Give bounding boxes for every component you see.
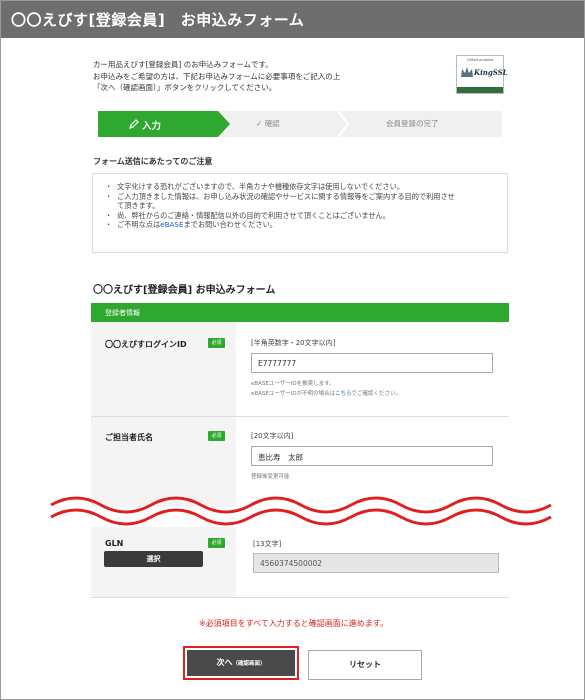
gln-label: GLN — [105, 539, 124, 548]
gln-row: GLN 必須 選択 [13文字] 4560374500002 — [91, 527, 509, 598]
intro-line: 「次へ（確認画面）」ボタンをクリックしてください。 — [93, 83, 277, 92]
required-badge: 必須 — [208, 338, 225, 348]
contact-name-hint: [20文字以内] — [251, 432, 294, 440]
cut-wave-divider — [50, 496, 552, 526]
login-id-input[interactable]: E7777777 — [251, 353, 493, 373]
notice-item: ご入力頂きました情報は、お申し込み状況の確認やサービスに関する情報等をご案内する… — [105, 191, 507, 211]
pencil-icon — [129, 119, 139, 129]
login-id-help-link[interactable]: こちら — [335, 391, 351, 397]
contact-post: までお問い合わせください。 — [183, 220, 277, 229]
select-button[interactable]: 選択 — [104, 551, 203, 567]
section-header-label: 登録者情報 — [105, 309, 140, 317]
next-button-text: 次へ — [216, 658, 233, 667]
gln-hint: [13文字] — [253, 540, 282, 548]
login-id-label: 〇〇えびすログインID — [105, 340, 187, 349]
ssl-badge-bar — [457, 87, 503, 93]
contact-pre: ご不明な点は — [117, 220, 161, 229]
gln-input[interactable]: 4560374500002 — [253, 553, 499, 573]
contact-name-label: ご担当者氏名 — [105, 433, 153, 442]
window-title: 〇〇えびす[登録会員] お申込みフォーム — [11, 11, 305, 29]
next-button[interactable]: 次へ（確認画面） — [183, 646, 299, 680]
login-id-row: 〇〇えびすログインID 必須 [半角英数字・20文字以内] E7777777 e… — [91, 322, 509, 417]
required-badge: 必須 — [208, 538, 225, 548]
next-button-label: 次へ（確認画面） — [187, 650, 295, 676]
notice-item-text-cont: て頂きます。 — [117, 201, 160, 210]
login-id-hint: [半角英数字・20文字以内] — [251, 339, 336, 347]
contact-name-input[interactable]: 恵比寿 太郎 — [251, 446, 493, 466]
application-window: 〇〇えびす[登録会員] お申込みフォーム カー用品えびす[登録会員] のお申込み… — [0, 0, 585, 700]
required-badge: 必須 — [208, 431, 225, 441]
progress-steps: ✓ 確認 会員登録の完了 入力 — [98, 111, 502, 137]
login-id-note-1: eBASEユーザーIDを推奨します。 — [251, 381, 335, 387]
crown-icon — [461, 67, 473, 77]
login-id-note-2: eBASEユーザーIDが不明の場合はこちらでご確認ください。 — [251, 390, 401, 400]
step-input-label: 入力 — [142, 121, 162, 132]
form-title: 〇〇えびす[登録会員] お申込みフォーム — [93, 285, 276, 296]
notice-item: 尚、弊社からのご連絡・情報配信以外の目的で利用させて頂くことはございません。 — [105, 211, 507, 221]
step-confirm: ✓ 確認 — [256, 118, 280, 129]
intro-line: カー用品えびす[登録会員] のお申込みフォームです。 — [93, 60, 273, 69]
step-divider-icon — [338, 111, 350, 137]
notice-item: ご不明な点はeBASEまでお問い合わせください。 — [105, 220, 507, 230]
reset-button[interactable]: リセット — [308, 650, 422, 680]
note-pre: eBASEユーザーIDが不明の場合は — [251, 390, 336, 397]
steps-background: ✓ 確認 会員登録の完了 — [218, 111, 502, 137]
label-column — [91, 322, 236, 416]
notice-box: 文字化けする恐れがございますので、半角カナや機種依存文字は使用しないでください。… — [92, 173, 508, 253]
check-icon: ✓ — [256, 119, 263, 128]
step-complete-label: 会員登録の完了 — [386, 119, 439, 128]
step-input-active: 入力 — [98, 111, 218, 137]
intro-line: お申込みをご希望の方は、下記お申込みフォームに必要事項をご記入の上 — [93, 71, 341, 81]
ssl-badge-caption: 256bit enabled — [466, 58, 494, 62]
next-button-subtext: （確認画面） — [232, 661, 266, 667]
step-confirm-label: 確認 — [264, 119, 280, 128]
ssl-brand: KingSSL — [474, 68, 508, 77]
intro-text: カー用品えびす[登録会員] のお申込みフォームです。 お申込みをご希望の方は、下… — [93, 59, 423, 94]
section-header: 登録者情報 — [91, 303, 509, 322]
ssl-badge[interactable]: 256bit enabled KingSSL — [456, 55, 508, 94]
notice-heading: フォーム送信にあたってのご注意 — [93, 157, 213, 166]
ebase-link[interactable]: eBASE — [160, 220, 183, 229]
note-post: でご確認ください。 — [351, 390, 401, 397]
contact-name-note: 登録後変更可能 — [251, 474, 290, 480]
title-bar: 〇〇えびす[登録会員] お申込みフォーム — [1, 1, 584, 38]
notice-item-text: ご入力頂きました情報は、お申し込み状況の確認やサービスに関する情報等をご案内する… — [117, 191, 455, 201]
login-id-note: eBASEユーザーIDを推奨します。 eBASEユーザーIDが不明の場合はこちら… — [251, 380, 401, 399]
required-fields-note: ※必須項目をすべて入力すると確認画面に進めます。 — [198, 619, 389, 628]
step-arrow — [218, 111, 230, 137]
notice-item: 文字化けする恐れがございますので、半角カナや機種依存文字は使用しないでください。 — [105, 182, 507, 192]
